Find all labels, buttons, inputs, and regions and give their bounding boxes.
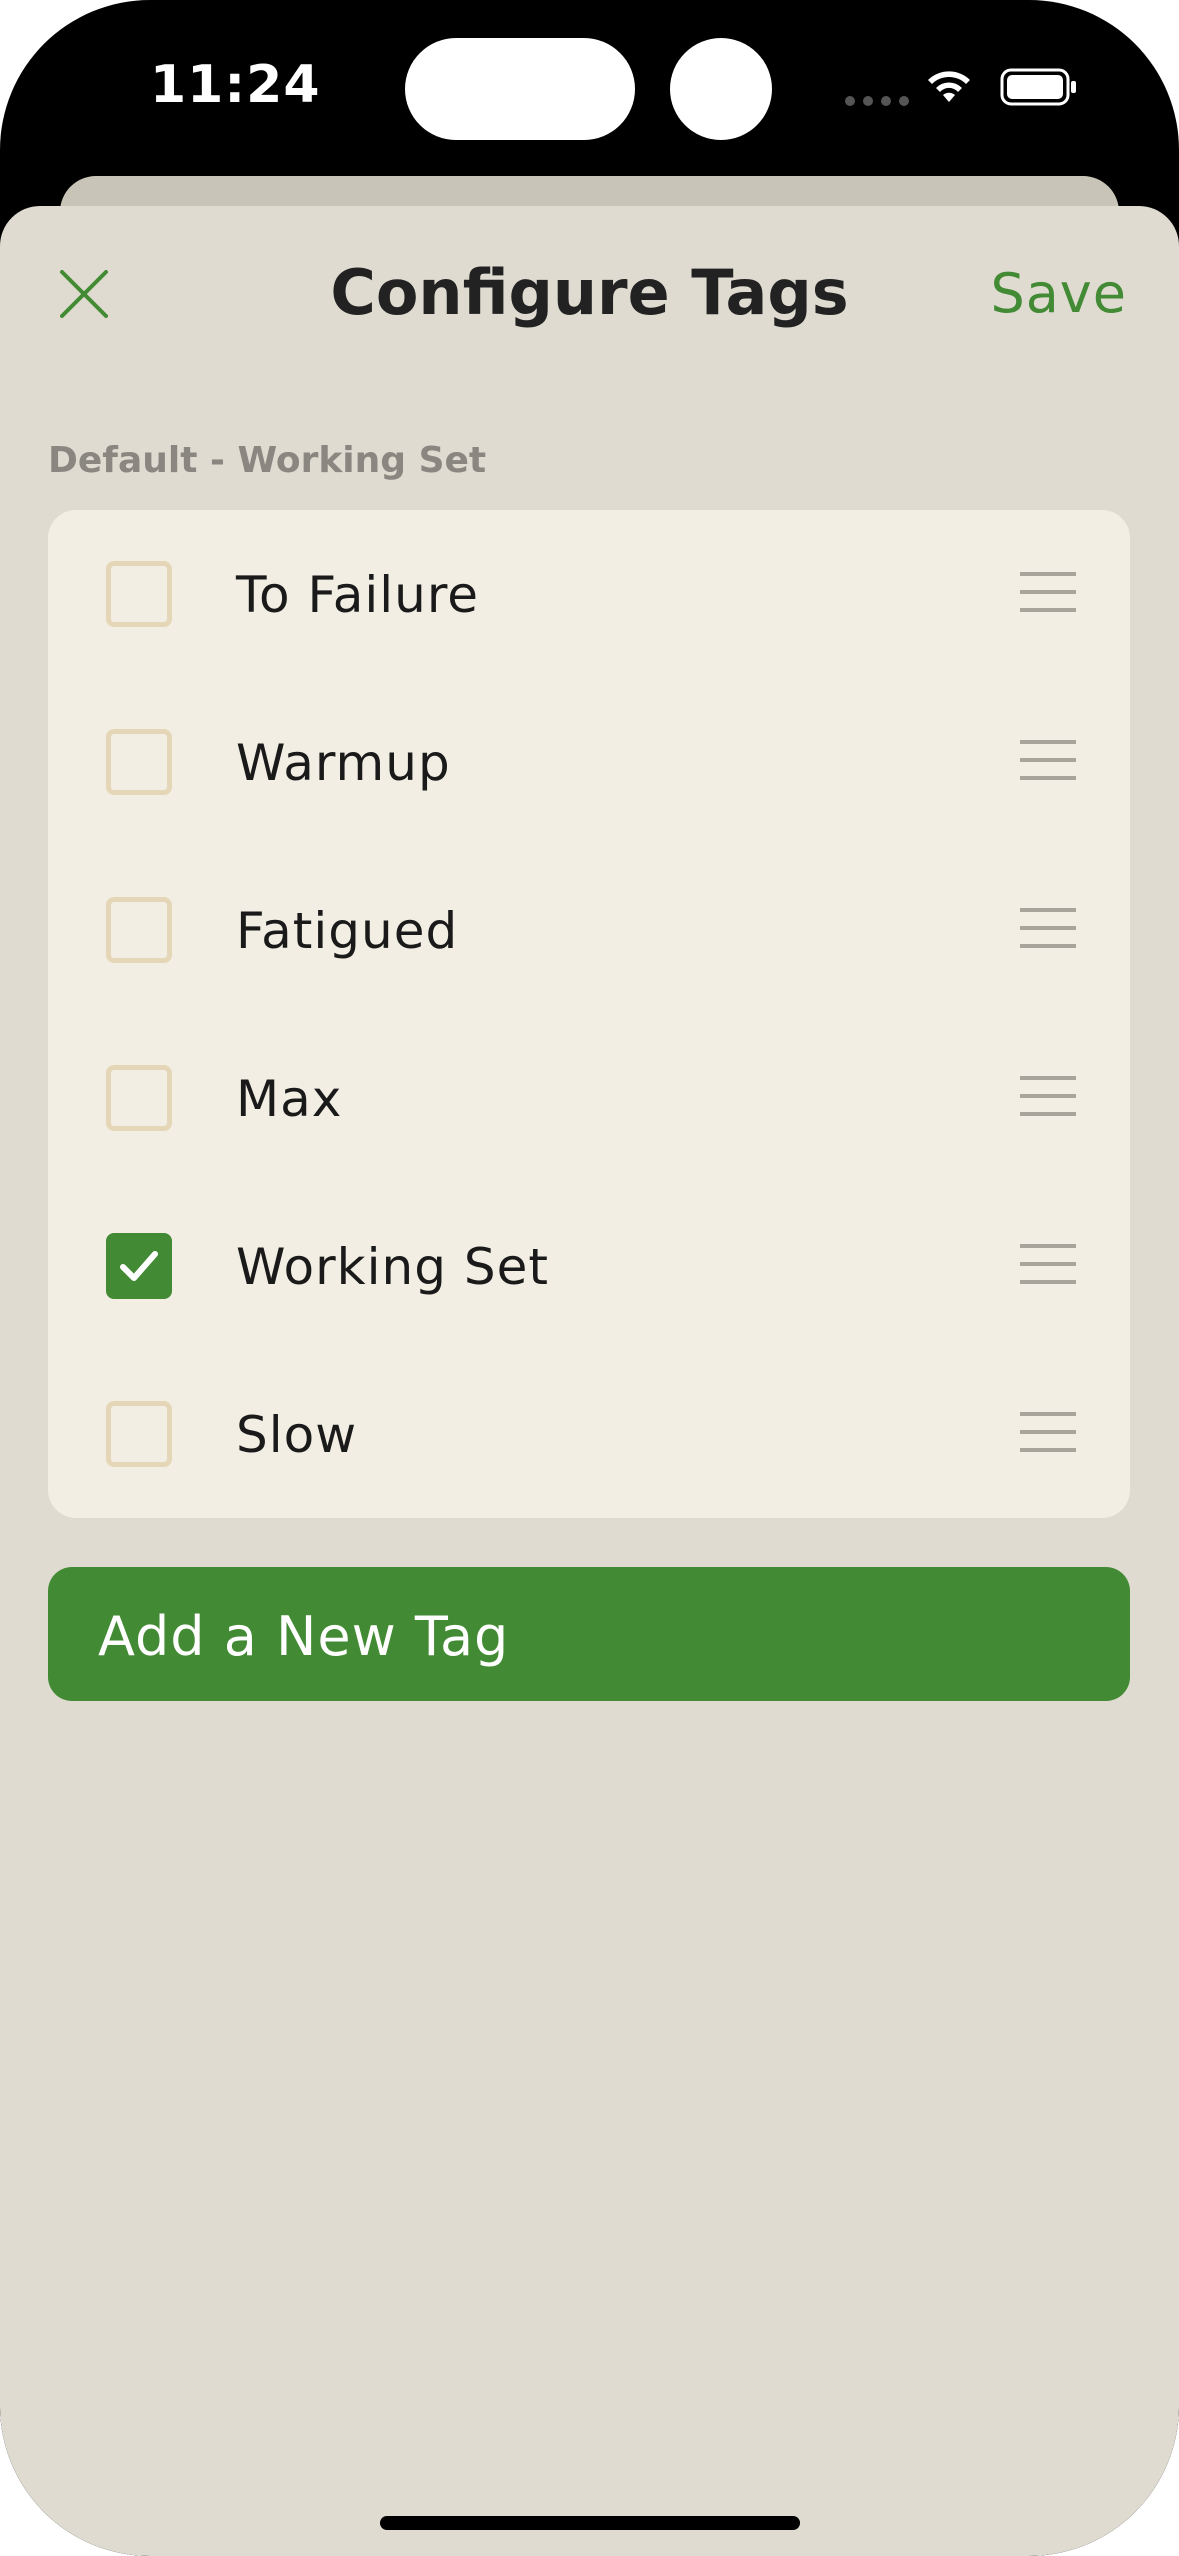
tag-checkbox[interactable]: [106, 897, 172, 963]
tag-checkbox[interactable]: [106, 1401, 172, 1467]
tag-row-slow[interactable]: Slow: [48, 1350, 1130, 1518]
tag-label: Working Set: [236, 1238, 549, 1296]
tag-list: To Failure Warmup Fatigued Max Working S…: [48, 510, 1130, 1518]
cellular-signal-icon: [845, 96, 909, 106]
tag-label: Max: [236, 1070, 343, 1128]
drag-handle-icon[interactable]: [1020, 572, 1076, 616]
tag-row-warmup[interactable]: Warmup: [48, 678, 1130, 846]
phone-frame: 11:24 Configure Tags Save Default - Work…: [0, 0, 1179, 2556]
tag-row-working-set[interactable]: Working Set: [48, 1182, 1130, 1350]
tag-checkbox-checked[interactable]: [106, 1233, 172, 1299]
add-new-tag-button[interactable]: Add a New Tag: [48, 1567, 1130, 1701]
drag-handle-icon[interactable]: [1020, 1244, 1076, 1288]
drag-handle-icon[interactable]: [1020, 740, 1076, 784]
section-label: Default - Working Set: [48, 440, 487, 481]
wifi-icon: [928, 71, 970, 102]
tag-label: To Failure: [236, 566, 480, 624]
add-new-tag-label: Add a New Tag: [98, 1605, 510, 1668]
save-button[interactable]: Save: [990, 262, 1127, 325]
drag-handle-icon[interactable]: [1020, 908, 1076, 952]
tag-checkbox[interactable]: [106, 561, 172, 627]
tag-checkbox[interactable]: [106, 729, 172, 795]
checkmark-icon: [120, 1251, 158, 1281]
tag-label: Warmup: [236, 734, 451, 792]
drag-handle-icon[interactable]: [1020, 1412, 1076, 1456]
status-time: 11:24: [150, 55, 321, 115]
battery-icon: [1000, 68, 1076, 106]
tag-row-max[interactable]: Max: [48, 1014, 1130, 1182]
dynamic-island: [405, 38, 635, 140]
home-indicator[interactable]: [380, 2516, 800, 2530]
tag-row-fatigued[interactable]: Fatigued: [48, 846, 1130, 1014]
camera-cutout: [670, 38, 772, 140]
tag-label: Fatigued: [236, 902, 459, 960]
tag-row-to-failure[interactable]: To Failure: [48, 510, 1130, 678]
drag-handle-icon[interactable]: [1020, 1076, 1076, 1120]
tag-label: Slow: [236, 1406, 358, 1464]
tag-checkbox[interactable]: [106, 1065, 172, 1131]
